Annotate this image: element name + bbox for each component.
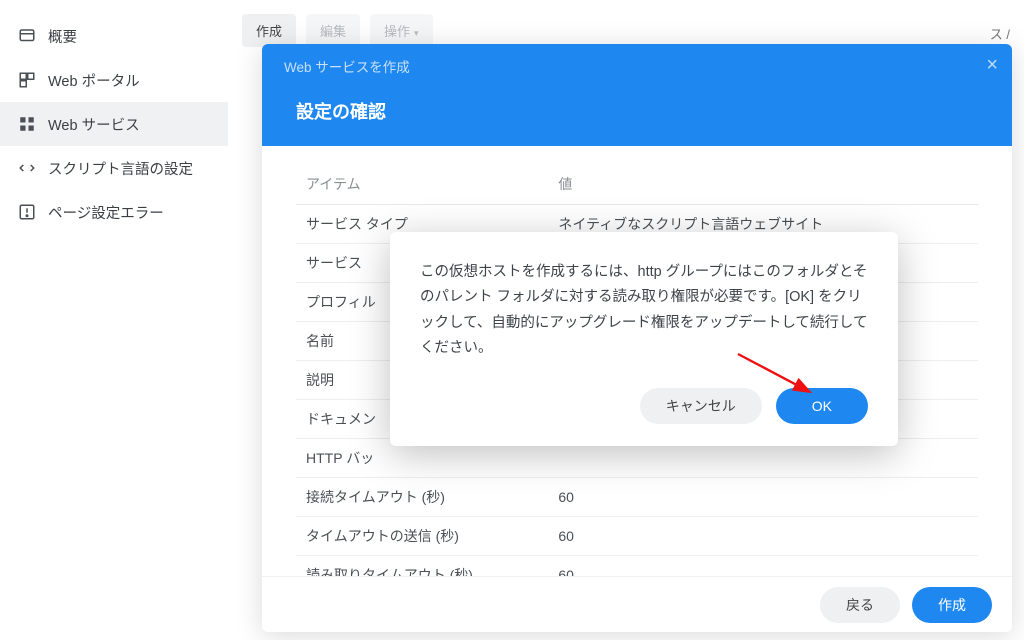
sidebar-item-portal[interactable]: Web ポータル	[0, 58, 228, 102]
caret-down-icon: ▾	[414, 28, 419, 38]
modal-title: Web サービスを作成	[284, 56, 410, 76]
back-button[interactable]: 戻る	[820, 587, 900, 623]
sidebar-item-label: スクリプト言語の設定	[48, 158, 193, 179]
sidebar-item-label: Web ポータル	[48, 70, 140, 91]
action-button-label: 操作	[384, 24, 410, 39]
cell-value: 60	[548, 478, 978, 517]
error-icon	[18, 203, 36, 221]
sidebar-item-label: Web サービス	[48, 114, 140, 135]
submit-button[interactable]: 作成	[912, 587, 992, 623]
sidebar: 概要 Web ポータル Web サービス スクリプト言語の設定 ページ設定エラー	[0, 0, 228, 640]
services-icon	[18, 115, 36, 133]
table-row: 接続タイムアウト (秒)60	[296, 478, 978, 517]
modal-titlebar: Web サービスを作成	[262, 44, 1012, 88]
sidebar-item-label: 概要	[48, 26, 77, 47]
edit-button: 編集	[306, 14, 360, 47]
portal-icon	[18, 71, 36, 89]
sidebar-item-services[interactable]: Web サービス	[0, 102, 228, 146]
cancel-button[interactable]: キャンセル	[640, 388, 762, 424]
close-icon[interactable]: ×	[986, 54, 998, 77]
modal-footer: 戻る 作成	[262, 576, 1012, 632]
sidebar-item-label: ページ設定エラー	[48, 202, 164, 223]
overview-icon	[18, 27, 36, 45]
confirm-message: この仮想ホストを作成するには、http グループにはこのフォルダとそのパレント …	[420, 260, 868, 362]
column-value: 値	[548, 164, 978, 205]
create-button[interactable]: 作成	[242, 14, 296, 47]
action-button: 操作 ▾	[370, 14, 433, 47]
modal-heading: 設定の確認	[262, 88, 1012, 146]
sidebar-item-script[interactable]: スクリプト言語の設定	[0, 146, 228, 190]
cell-item: タイムアウトの送信 (秒)	[296, 517, 548, 556]
confirm-dialog: この仮想ホストを作成するには、http グループにはこのフォルダとそのパレント …	[390, 232, 898, 446]
trailing-text: ス /	[990, 24, 1010, 43]
cell-item: 接続タイムアウト (秒)	[296, 478, 548, 517]
confirm-actions: キャンセル OK	[420, 388, 868, 424]
sidebar-item-overview[interactable]: 概要	[0, 14, 228, 58]
ok-button[interactable]: OK	[776, 388, 868, 424]
cell-value: 60	[548, 517, 978, 556]
column-item: アイテム	[296, 164, 548, 205]
script-icon	[18, 159, 36, 177]
sidebar-item-error[interactable]: ページ設定エラー	[0, 190, 228, 234]
table-row: タイムアウトの送信 (秒)60	[296, 517, 978, 556]
